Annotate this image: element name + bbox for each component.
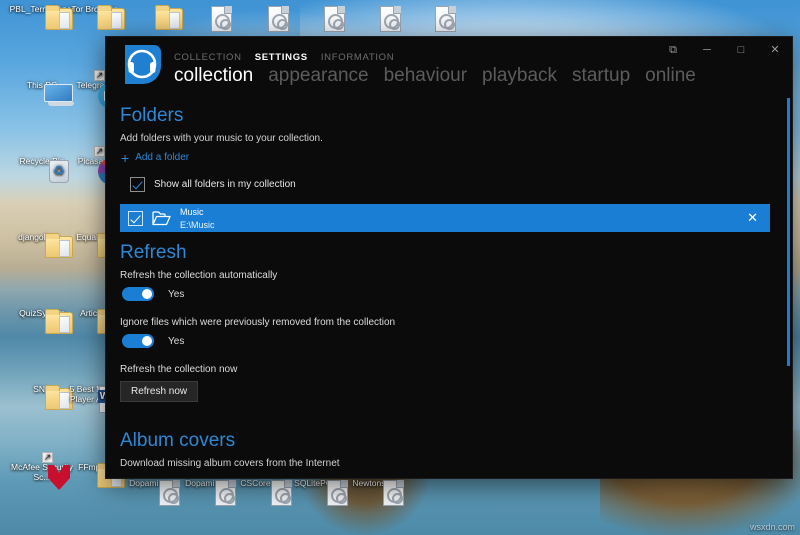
show-all-folders-row[interactable]: Show all folders in my collection xyxy=(130,177,770,192)
config-file-icon xyxy=(211,6,232,32)
show-all-folders-label: Show all folders in my collection xyxy=(154,179,296,190)
subnav-appearance[interactable]: appearance xyxy=(268,65,368,87)
maximize-button[interactable]: □ xyxy=(724,37,758,63)
top-tab-bar: COLLECTION SETTINGS INFORMATION xyxy=(174,52,394,63)
shortcut-overlay-icon: ↗ xyxy=(94,70,105,81)
folder-name: Music xyxy=(180,207,204,217)
show-all-folders-checkbox[interactable] xyxy=(130,177,145,192)
dopamine-window: COLLECTION SETTINGS INFORMATION collecti… xyxy=(106,37,792,478)
refresh-now-label: Refresh the collection now xyxy=(120,364,770,375)
toggle-knob xyxy=(142,289,152,299)
album-covers-heading: Album covers xyxy=(120,430,770,452)
ignore-removed-value: Yes xyxy=(168,336,184,347)
tab-information[interactable]: INFORMATION xyxy=(321,52,395,63)
config-file-icon xyxy=(380,6,401,32)
folder-path: E:\Music xyxy=(180,220,215,230)
remove-folder-icon[interactable]: ✕ xyxy=(743,210,762,226)
folder-list-item[interactable]: Music E:\Music ✕ xyxy=(120,204,770,232)
folder-enabled-checkbox[interactable] xyxy=(128,211,143,226)
add-folder-button[interactable]: + Add a folder xyxy=(121,152,770,163)
config-file-icon xyxy=(435,6,456,32)
tab-collection[interactable]: COLLECTION xyxy=(174,52,242,63)
auto-refresh-label: Refresh the collection automatically xyxy=(120,270,770,281)
scrollbar-thumb[interactable] xyxy=(787,98,790,366)
folders-heading: Folders xyxy=(120,105,770,127)
config-file-icon xyxy=(268,6,289,32)
open-folder-icon xyxy=(152,211,171,226)
settings-content-pane: Folders Add folders with your music to y… xyxy=(106,95,792,478)
config-file-icon xyxy=(324,6,345,32)
desktop-icon[interactable]: Newtonsof... xyxy=(340,478,412,488)
folders-description: Add folders with your music to your coll… xyxy=(120,133,770,144)
watermark: wsxdn.com xyxy=(750,522,795,532)
close-button[interactable]: ✕ xyxy=(758,37,792,63)
toggle-knob xyxy=(142,336,152,346)
window-titlebar[interactable]: COLLECTION SETTINGS INFORMATION collecti… xyxy=(106,37,792,95)
mini-player-button[interactable]: ⧉ xyxy=(656,37,690,63)
folder-icon xyxy=(155,8,183,30)
ignore-removed-toggle[interactable] xyxy=(122,334,154,348)
auto-refresh-value: Yes xyxy=(168,289,184,300)
subnav-startup[interactable]: startup xyxy=(572,65,630,87)
folder-names: Music E:\Music xyxy=(180,205,743,231)
folder-icon xyxy=(97,8,125,30)
window-controls: ⧉ ─ □ ✕ xyxy=(656,37,792,63)
album-covers-description: Download missing album covers from the I… xyxy=(120,458,770,469)
shortcut-overlay-icon: ↗ xyxy=(42,452,53,463)
ignore-removed-row: Yes xyxy=(122,334,770,348)
subnav-collection[interactable]: collection xyxy=(174,65,253,87)
settings-sub-nav: collection appearance behaviour playback… xyxy=(174,65,696,87)
subnav-online[interactable]: online xyxy=(645,65,696,87)
shortcut-overlay-icon: ↗ xyxy=(94,146,105,157)
content-scrollbar[interactable] xyxy=(787,95,790,478)
auto-refresh-row: Yes xyxy=(122,287,770,301)
subnav-behaviour[interactable]: behaviour xyxy=(384,65,467,87)
refresh-now-button[interactable]: Refresh now xyxy=(120,381,198,402)
config-file-icon xyxy=(383,480,404,506)
auto-refresh-toggle[interactable] xyxy=(122,287,154,301)
minimize-button[interactable]: ─ xyxy=(690,37,724,63)
subnav-playback[interactable]: playback xyxy=(482,65,557,87)
add-folder-label: Add a folder xyxy=(135,152,189,163)
ignore-removed-label: Ignore files which were previously remov… xyxy=(120,317,770,328)
plus-icon: + xyxy=(121,153,129,163)
tab-settings[interactable]: SETTINGS xyxy=(255,52,308,63)
dopamine-logo xyxy=(120,42,166,88)
desktop-icon[interactable]: Tor Browser xyxy=(58,4,130,14)
refresh-heading: Refresh xyxy=(120,242,770,264)
